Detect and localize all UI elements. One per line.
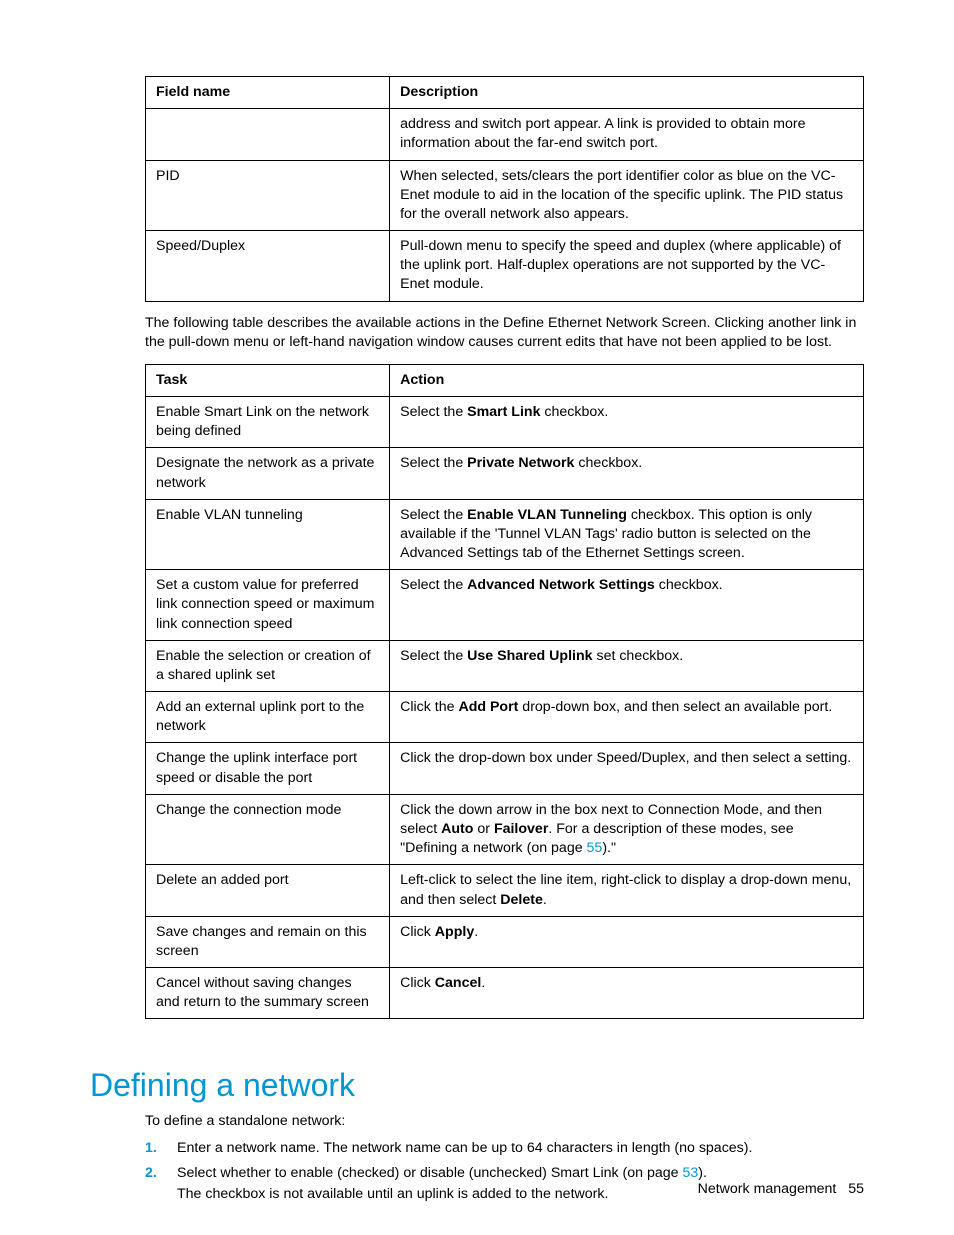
text: Select the [400,648,467,664]
bold-text: Private Network [467,455,574,471]
bold-text: Enable VLAN Tunneling [467,507,627,523]
action-cell: Left-click to select the line item, righ… [390,865,864,916]
bold-text: Advanced Network Settings [467,577,655,593]
table-row: Enable the selection or creation of a sh… [146,640,864,691]
field-cell: Speed/Duplex [146,231,390,302]
table-row: Save changes and remain on this screen C… [146,916,864,967]
intro-paragraph: To define a standalone network: [145,1112,864,1131]
section-heading: Defining a network [90,1067,864,1104]
table-row: Add an external uplink port to the netwo… [146,692,864,743]
content-area: Field name Description address and switc… [145,76,864,1205]
text: Select the [400,577,467,593]
table-row: PID When selected, sets/clears the port … [146,160,864,231]
text: The checkbox is not available until an u… [177,1186,608,1202]
text: Select the [400,404,467,420]
page-footer: Network management 55 [698,1181,864,1197]
list-item: 1. Enter a network name. The network nam… [145,1138,864,1159]
table-row: Enable VLAN tunneling Select the Enable … [146,499,864,570]
footer-page-number: 55 [848,1181,864,1197]
description-cell: When selected, sets/clears the port iden… [390,160,864,231]
text: ). [698,1165,707,1181]
bold-text: Delete [500,892,543,908]
table-header-task: Task [146,364,390,396]
text: checkbox. [540,404,608,420]
action-cell: Select the Advanced Network Settings che… [390,570,864,641]
description-cell: address and switch port appear. A link i… [390,109,864,160]
action-cell: Click Apply. [390,916,864,967]
text: . [481,975,485,991]
text: checkbox. [655,577,723,593]
table-header-action: Action [390,364,864,396]
table-header-row: Field name Description [146,77,864,109]
task-cell: Delete an added port [146,865,390,916]
action-cell: Click the down arrow in the box next to … [390,794,864,865]
task-cell: Cancel without saving changes and return… [146,968,390,1019]
text: )." [602,840,616,856]
field-cell [146,109,390,160]
text: drop-down box, and then select an availa… [518,699,832,715]
table-row: Cancel without saving changes and return… [146,968,864,1019]
table-header-row: Task Action [146,364,864,396]
text: . [474,924,478,940]
task-cell: Add an external uplink port to the netwo… [146,692,390,743]
action-cell: Select the Smart Link checkbox. [390,397,864,448]
bold-text: Add Port [458,699,518,715]
field-description-table: Field name Description address and switc… [145,76,864,302]
task-cell: Enable Smart Link on the network being d… [146,397,390,448]
text: Click [400,975,435,991]
bold-text: Smart Link [467,404,540,420]
text: set checkbox. [593,648,684,664]
task-cell: Enable the selection or creation of a sh… [146,640,390,691]
step-text: Enter a network name. The network name c… [177,1138,864,1159]
text: Select the [400,455,467,471]
table-row: Delete an added port Left-click to selec… [146,865,864,916]
task-cell: Change the connection mode [146,794,390,865]
bold-text: Cancel [435,975,482,991]
bold-text: Failover [494,821,548,837]
text: . [543,892,547,908]
task-cell: Designate the network as a private netwo… [146,448,390,499]
text: Left-click to select the line item, righ… [400,872,851,907]
task-cell: Set a custom value for preferred link co… [146,570,390,641]
table-row: Speed/Duplex Pull-down menu to specify t… [146,231,864,302]
task-cell: Change the uplink interface port speed o… [146,743,390,794]
action-cell: Select the Private Network checkbox. [390,448,864,499]
text: Select whether to enable (checked) or di… [177,1165,683,1181]
table-row: Change the connection mode Click the dow… [146,794,864,865]
paragraph: The following table describes the availa… [145,314,864,352]
text: checkbox. [574,455,642,471]
task-action-table: Task Action Enable Smart Link on the net… [145,364,864,1019]
action-cell: Click the Add Port drop-down box, and th… [390,692,864,743]
table-header-field: Field name [146,77,390,109]
description-cell: Pull-down menu to specify the speed and … [390,231,864,302]
task-cell: Enable VLAN tunneling [146,499,390,570]
page-link[interactable]: 55 [587,840,603,856]
bold-text: Use Shared Uplink [467,648,592,664]
bold-text: Apply [435,924,474,940]
table-row: Designate the network as a private netwo… [146,448,864,499]
action-cell: Click Cancel. [390,968,864,1019]
text: Select the [400,507,467,523]
action-cell: Click the drop-down box under Speed/Dupl… [390,743,864,794]
table-header-description: Description [390,77,864,109]
footer-label: Network management [698,1181,837,1197]
field-cell: PID [146,160,390,231]
action-cell: Select the Use Shared Uplink set checkbo… [390,640,864,691]
step-number: 2. [145,1163,177,1206]
text: or [473,821,494,837]
text: Click [400,924,435,940]
task-cell: Save changes and remain on this screen [146,916,390,967]
table-row: Change the uplink interface port speed o… [146,743,864,794]
table-row: Enable Smart Link on the network being d… [146,397,864,448]
text: Click the [400,699,458,715]
step-number: 1. [145,1138,177,1159]
table-row: Set a custom value for preferred link co… [146,570,864,641]
bold-text: Auto [441,821,473,837]
action-cell: Select the Enable VLAN Tunneling checkbo… [390,499,864,570]
page-link[interactable]: 53 [683,1165,699,1181]
page: Field name Description address and switc… [0,0,954,1235]
table-row: address and switch port appear. A link i… [146,109,864,160]
